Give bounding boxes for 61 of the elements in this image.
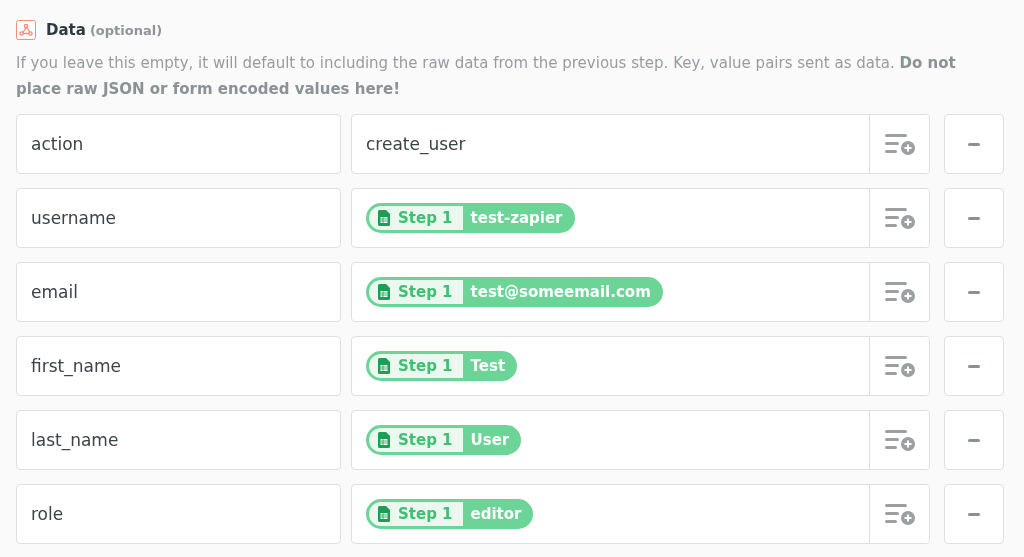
field-description: If you leave this empty, it will default to including the raw data from the previous step. Key, value pairs sent as data. Do not place raw JSON or form encoded values here! [16, 53, 957, 100]
list-add-icon [884, 428, 915, 452]
minus-icon [968, 438, 980, 442]
key-field[interactable]: last_name [16, 410, 341, 470]
spreadsheet-icon [378, 358, 390, 374]
step-label: Step 1 [398, 283, 453, 301]
value-field[interactable]: create_user [351, 114, 930, 174]
insert-data-button[interactable] [869, 485, 929, 543]
value-field[interactable]: Step 1 Test [351, 336, 930, 396]
field-label: Data [46, 21, 86, 39]
insert-data-button[interactable] [869, 189, 929, 247]
list-add-icon [884, 132, 915, 156]
minus-icon [968, 142, 980, 146]
key-field[interactable]: first_name [16, 336, 341, 396]
list-add-icon [884, 354, 915, 378]
minus-icon [968, 216, 980, 220]
webhook-icon [16, 20, 36, 40]
value-field[interactable]: Step 1 test@someemail.com [351, 262, 930, 322]
token-value: test-zapier [470, 209, 563, 227]
step-label: Step 1 [398, 209, 453, 227]
minus-icon [968, 290, 980, 294]
spreadsheet-icon [378, 506, 390, 522]
token-value: User [470, 431, 510, 449]
spreadsheet-icon [378, 432, 390, 448]
key-field[interactable]: username [16, 188, 341, 248]
spreadsheet-icon [378, 284, 390, 300]
insert-data-button[interactable] [869, 115, 929, 173]
key-field[interactable]: email [16, 262, 341, 322]
token-value: Test [470, 357, 506, 375]
token-value: editor [470, 505, 522, 523]
insert-data-button[interactable] [869, 337, 929, 395]
data-token[interactable]: Step 1 User [366, 425, 522, 455]
remove-button[interactable] [944, 114, 1004, 174]
data-token[interactable]: Step 1 editor [366, 499, 534, 529]
remove-button[interactable] [944, 336, 1004, 396]
insert-data-button[interactable] [869, 263, 929, 321]
list-add-icon [884, 206, 915, 230]
value-field[interactable]: Step 1 editor [351, 484, 930, 544]
step-label: Step 1 [398, 431, 453, 449]
step-label: Step 1 [398, 505, 453, 523]
remove-button[interactable] [944, 410, 1004, 470]
data-token[interactable]: Step 1 test@someemail.com [366, 277, 663, 307]
value-field[interactable]: Step 1 User [351, 410, 930, 470]
remove-button[interactable] [944, 262, 1004, 322]
list-add-icon [884, 280, 915, 304]
value-field[interactable]: Step 1 test-zapier [351, 188, 930, 248]
remove-button[interactable] [944, 188, 1004, 248]
remove-button[interactable] [944, 484, 1004, 544]
spreadsheet-icon [378, 210, 390, 226]
minus-icon [968, 364, 980, 368]
list-add-icon [884, 502, 915, 526]
data-token[interactable]: Step 1 Test [366, 351, 518, 381]
value-text: create_user [366, 134, 466, 154]
minus-icon [968, 512, 980, 516]
token-value: test@someemail.com [470, 283, 651, 301]
key-field[interactable]: role [16, 484, 341, 544]
key-field[interactable]: action [16, 114, 341, 174]
data-token[interactable]: Step 1 test-zapier [366, 203, 575, 233]
step-label: Step 1 [398, 357, 453, 375]
optional-hint: (optional) [89, 22, 163, 38]
insert-data-button[interactable] [869, 411, 929, 469]
